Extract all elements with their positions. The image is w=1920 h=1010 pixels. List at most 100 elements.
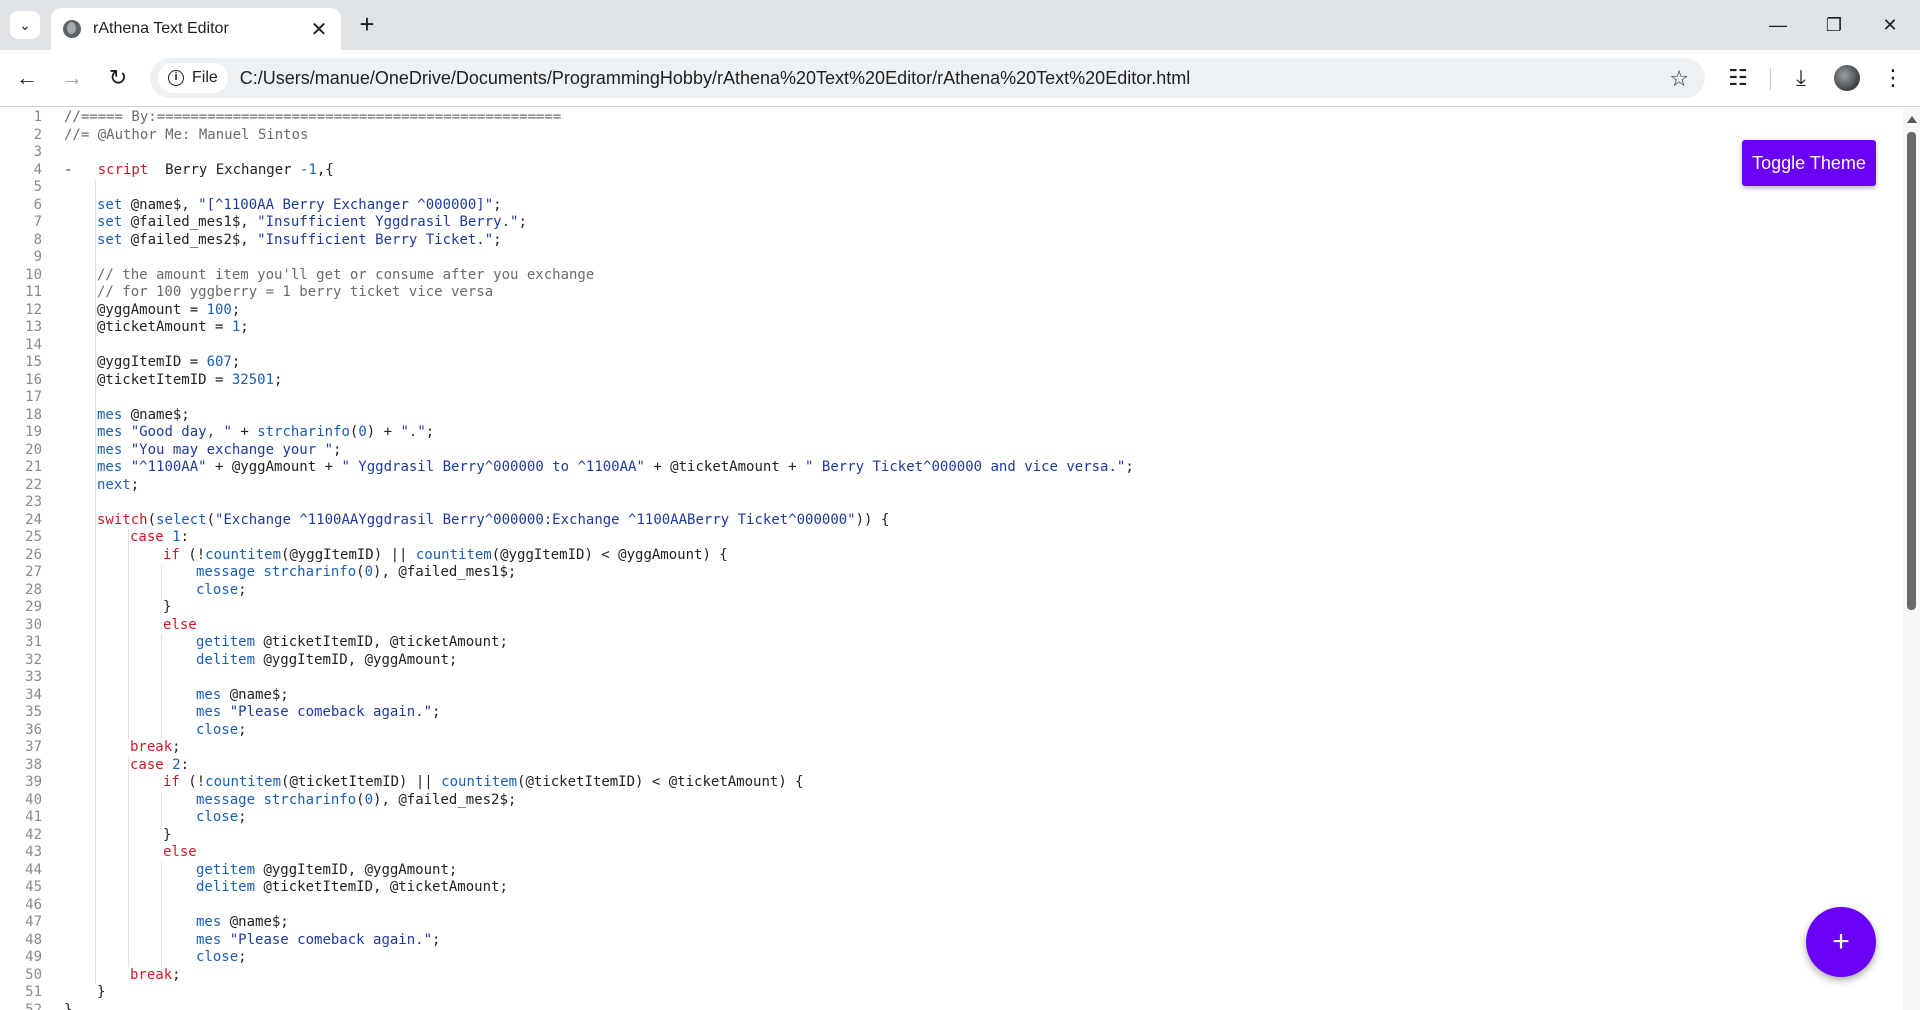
code-line[interactable]: 48 mes "Please comeback again."; [0, 932, 1903, 950]
code-token: " Yggdrasil Berry^000000 to ^1100AA" [341, 459, 645, 475]
url-text[interactable]: C:/Users/manue/OneDrive/Documents/Progra… [240, 68, 1190, 89]
back-button[interactable]: ← [12, 63, 42, 93]
code-token: @name$, [122, 196, 199, 213]
code-line[interactable]: 21 mes "^1100AA" + @yggAmount + " Yggdras… [0, 459, 1903, 477]
code-line[interactable]: 28 close; [0, 582, 1903, 600]
code-line[interactable]: 23 [0, 494, 1903, 512]
code-token: ; [432, 704, 441, 720]
minimize-button[interactable]: — [1758, 10, 1798, 40]
code-line[interactable]: 40 message strcharinfo(0), @failed_mes2$; [0, 792, 1903, 810]
code-line[interactable]: 1 //===== By:============================… [0, 109, 1903, 127]
scroll-up-arrow-icon[interactable] [1907, 116, 1917, 123]
close-icon[interactable]: ✕ [309, 17, 329, 42]
code-token: delitem [196, 879, 256, 895]
scrollbar-thumb[interactable] [1907, 132, 1916, 610]
site-info-chip[interactable]: i File [158, 63, 228, 93]
browser-tab[interactable]: rAthena Text Editor ✕ [51, 8, 341, 50]
code-token: ; [231, 354, 241, 370]
code-token: strcharinfo [263, 564, 357, 580]
code-line[interactable]: 20 mes "You may exchange your "; [0, 442, 1903, 460]
add-button[interactable]: + [1806, 907, 1876, 977]
line-number: 48 [25, 931, 42, 948]
code-line[interactable]: 22 next; [0, 477, 1903, 495]
code-line[interactable]: 33 [0, 669, 1903, 687]
forward-button[interactable]: → [57, 63, 87, 93]
code-token: + @ticketAmount + [644, 459, 806, 475]
code-line[interactable]: 42} [0, 827, 1903, 845]
code-line[interactable]: 15 @yggItemID = 607; [0, 354, 1903, 372]
code-line[interactable]: 3 [0, 144, 1903, 162]
line-number: 4 [33, 161, 42, 178]
bookmark-star-icon[interactable]: ☆ [1669, 66, 1689, 92]
code-line[interactable]: 29} [0, 599, 1903, 617]
code-line[interactable]: 52} [0, 1002, 1903, 1010]
code-line[interactable]: 44 getitem @yggItemID, @yggAmount; [0, 862, 1903, 880]
code-line[interactable]: 25 case 1: [0, 529, 1903, 547]
window-close-button[interactable]: ✕ [1870, 10, 1910, 40]
code-line[interactable]: 19 mes "Good day, " + strcharinfo(0) + ".… [0, 424, 1903, 442]
address-bar[interactable]: i File C:/Users/manue/OneDrive/Documents… [150, 58, 1705, 98]
code-line[interactable]: 31 getitem @ticketItemID, @ticketAmount; [0, 634, 1903, 652]
code-line[interactable]: 39 if (!countitem(@ticketItemID) || count… [0, 774, 1903, 792]
code-line[interactable]: 8 set @failed_mes2$, "Insufficient Berry … [0, 232, 1903, 250]
toggle-theme-button[interactable]: Toggle Theme [1742, 140, 1876, 186]
restore-button[interactable]: ❐ [1814, 10, 1854, 40]
download-icon[interactable]: ⤓ [1786, 63, 1816, 93]
more-menu-icon[interactable]: ⋮ [1878, 63, 1908, 93]
code-token: (@ticketItemID) < @ticketAmount) { [517, 774, 804, 790]
line-number: 41 [25, 809, 42, 825]
tab-search-button[interactable]: ⌄ [10, 11, 40, 39]
code-line[interactable]: 14 [0, 337, 1903, 355]
code-text: break; [130, 739, 181, 757]
code-line[interactable]: 47 mes @name$; [0, 914, 1903, 932]
extensions-icon[interactable]: ☷ [1723, 63, 1753, 93]
code-line[interactable]: 11 // for 100 yggberry = 1 berry ticket v… [0, 284, 1903, 302]
code-line[interactable]: 4- script Berry Exchanger -1,{ [0, 162, 1903, 180]
code-line[interactable]: 6 set @name$, "[^1100AA Berry Exchanger ^… [0, 197, 1903, 215]
code-line[interactable]: 17 [0, 389, 1903, 407]
line-number: 47 [25, 914, 42, 930]
code-line[interactable]: 51} [0, 984, 1903, 1002]
code-line[interactable]: 27 message strcharinfo(0), @failed_mes1$; [0, 564, 1903, 582]
code-token: mes [196, 704, 222, 720]
code-line[interactable]: 26 if (!countitem(@yggItemID) || countite… [0, 547, 1903, 565]
code-token: delitem [196, 651, 256, 668]
code-line[interactable]: 32 delitem @yggItemID, @yggAmount; [0, 652, 1903, 670]
code-line[interactable]: 37 break; [0, 739, 1903, 757]
code-line[interactable]: 50 break; [0, 967, 1903, 985]
code-line[interactable]: 46 [0, 897, 1903, 915]
code-token: script [97, 161, 149, 178]
code-line[interactable]: 41 close; [0, 809, 1903, 827]
code-line[interactable]: 13 @ticketAmount = 1; [0, 319, 1903, 337]
code-line[interactable]: 30 else [0, 617, 1903, 635]
line-number: 5 [33, 179, 42, 195]
code-line[interactable]: 49 close; [0, 949, 1903, 967]
code-line[interactable]: 34 mes @name$; [0, 687, 1903, 705]
code-line[interactable]: 12 @yggAmount = 100; [0, 302, 1903, 320]
code-line[interactable]: 7 set @failed_mes1$, "Insufficient Yggdra… [0, 214, 1903, 232]
code-line[interactable]: 2 //= @Author Me: Manuel Sintos [0, 127, 1903, 145]
code-token: } [163, 826, 172, 843]
code-line[interactable]: 36 close; [0, 722, 1903, 740]
code-line[interactable]: 45 delitem @ticketItemID, @ticketAmount; [0, 879, 1903, 897]
code-token: case [130, 529, 164, 545]
code-line[interactable]: 10 // the amount item you'll get or consu… [0, 267, 1903, 285]
code-line[interactable]: 43 else [0, 844, 1903, 862]
reload-button[interactable]: ↻ [103, 63, 133, 93]
code-line[interactable]: 24 switch(select("Exchange ^1100AAYggdras… [0, 512, 1903, 530]
new-tab-button[interactable]: + [352, 10, 382, 40]
avatar[interactable] [1834, 65, 1860, 91]
code-editor[interactable]: 1 //===== By:============================… [0, 108, 1903, 1010]
code-line[interactable]: 18 mes @name$; [0, 407, 1903, 425]
code-line[interactable]: 35 mes "Please comeback again."; [0, 704, 1903, 722]
line-number: 44 [25, 861, 42, 878]
code-line[interactable]: 5 [0, 179, 1903, 197]
code-token: strcharinfo [257, 424, 350, 440]
code-line[interactable]: 16 @ticketItemID = 32501; [0, 372, 1903, 390]
code-line[interactable]: 38 case 2: [0, 757, 1903, 775]
code-token: Berry Exchanger [148, 161, 301, 178]
editor-scrollbar[interactable] [1903, 108, 1920, 1010]
line-number: 40 [25, 791, 42, 808]
code-line[interactable]: 9 [0, 249, 1903, 267]
